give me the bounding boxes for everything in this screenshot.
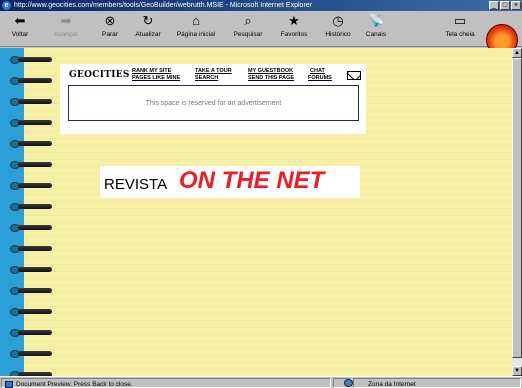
spiral-ring (10, 329, 54, 337)
spiral-ring (10, 245, 54, 253)
forums-link[interactable]: FORUMS (308, 75, 332, 81)
send-this-page-link[interactable]: SEND THIS PAGE (248, 75, 294, 81)
spiral-ring (10, 182, 54, 190)
spiral-ring (10, 56, 54, 64)
spiral-ring (10, 308, 54, 316)
scroll-down-button[interactable]: ▼ (512, 366, 522, 376)
forward-button-label: Avançar (54, 31, 78, 38)
stop-button[interactable]: ⊗ Parar (94, 13, 126, 45)
back-arrow-icon: ⬅ (14, 13, 26, 28)
on-the-net-title: ON THE NET (179, 167, 325, 194)
vertical-scrollbar[interactable]: ▲ ▼ (512, 48, 522, 376)
fullscreen-button-label: Tela cheia (445, 31, 475, 38)
advertisement-box[interactable]: This space is reserved for an advertisem… (68, 85, 359, 121)
geocities-banner: GEOCITIES RANK MY SITE PAGES LIKE MINE T… (60, 64, 366, 134)
status-bar: Document Preview. Press Back to close. Z… (0, 376, 522, 388)
close-button[interactable]: × (511, 1, 521, 10)
status-message: Document Preview. Press Back to close. (16, 381, 133, 388)
stop-icon: ⊗ (104, 13, 116, 28)
history-button-label: Histórico (325, 31, 351, 38)
refresh-button-label: Atualizar (135, 31, 161, 38)
history-icon: ◷ (332, 13, 344, 28)
refresh-icon: ↻ (142, 13, 154, 28)
revista-heading: REVISTA ON THE NET (100, 166, 360, 198)
favorites-button-label: Favoritos (280, 31, 308, 38)
zone-label: Zona da Internet (368, 381, 416, 388)
spiral-rings (0, 48, 60, 376)
revista-label: REVISTA (104, 176, 168, 193)
page-viewport[interactable]: GEOCITIES RANK MY SITE PAGES LIKE MINE T… (0, 48, 512, 376)
back-button[interactable]: ⬅ Voltar (2, 13, 38, 45)
spiral-ring (10, 140, 54, 148)
document-icon (5, 381, 13, 388)
channels-button[interactable]: 📡 Canais (360, 13, 392, 45)
forward-arrow-icon: ➡ (60, 13, 72, 28)
search-button[interactable]: ⌕ Pesquisar (226, 13, 270, 45)
geocities-logo[interactable]: GEOCITIES (69, 70, 130, 80)
spiral-ring (10, 287, 54, 295)
history-button[interactable]: ◷ Histórico (318, 13, 358, 45)
take-a-tour-link[interactable]: TAKE A TOUR (195, 68, 232, 74)
window-title-bar: e http://www.geocities.com/members/tools… (0, 0, 522, 11)
mail-icon[interactable] (347, 71, 361, 80)
spiral-ring (10, 119, 54, 127)
search-icon: ⌕ (244, 13, 252, 28)
stop-button-label: Parar (102, 31, 118, 38)
status-zone-panel: Zona da Internet (353, 378, 521, 388)
home-icon: ⌂ (192, 13, 200, 28)
forward-button[interactable]: ➡ Avançar (46, 13, 86, 45)
maximize-button[interactable]: □ (500, 1, 510, 10)
status-message-panel: Document Preview. Press Back to close. (1, 378, 331, 388)
home-button-label: Página inicial (176, 31, 216, 38)
internet-zone-icon (344, 379, 353, 387)
channels-icon: 📡 (368, 13, 385, 28)
back-button-label: Voltar (11, 31, 29, 38)
scroll-thumb[interactable] (512, 58, 522, 358)
spiral-ring (10, 350, 54, 358)
fullscreen-icon: ▭ (453, 13, 467, 28)
rank-my-site-link[interactable]: RANK MY SITE (132, 68, 171, 74)
scroll-up-button[interactable]: ▲ (512, 48, 522, 58)
pages-like-mine-link[interactable]: PAGES LIKE MINE (132, 75, 180, 81)
spiral-ring (10, 266, 54, 274)
spiral-ring (10, 203, 54, 211)
window-title: http://www.geocities.com/members/tools/G… (14, 2, 313, 9)
spiral-ring (10, 77, 54, 85)
advertisement-text: This space is reserved for an advertisem… (145, 100, 282, 107)
favorites-icon: ★ (288, 13, 300, 28)
chat-link[interactable]: CHAT (310, 68, 325, 74)
browser-toolbar: ⬅ Voltar ➡ Avançar ⊗ Parar ↻ Atualizar ⌂… (0, 11, 522, 56)
search-button-label: Pesquisar (233, 31, 263, 38)
spiral-ring (10, 161, 54, 169)
refresh-button[interactable]: ↻ Atualizar (128, 13, 168, 45)
my-guestbook-link[interactable]: MY GUESTBOOK (248, 68, 293, 74)
search-link[interactable]: SEARCH (195, 75, 218, 81)
favorites-button[interactable]: ★ Favoritos (274, 13, 314, 45)
fullscreen-button[interactable]: ▭ Tela cheia (440, 13, 480, 45)
minimize-button[interactable]: _ (489, 1, 499, 10)
home-button[interactable]: ⌂ Página inicial (170, 13, 222, 45)
channels-button-label: Canais (365, 31, 387, 38)
spiral-ring (10, 224, 54, 232)
internet-explorer-icon[interactable]: e (2, 1, 11, 10)
spiral-ring (10, 98, 54, 106)
